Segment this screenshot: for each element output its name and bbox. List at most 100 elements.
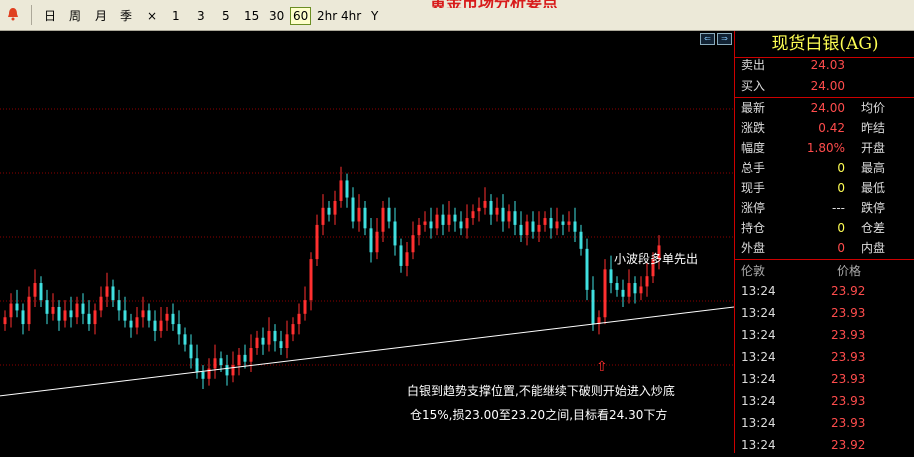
candle-body <box>423 221 427 225</box>
candle-body <box>489 200 493 215</box>
interval-3-button[interactable]: 3 <box>197 8 205 24</box>
tick-price: 23.93 <box>831 306 866 320</box>
interval-5-button[interactable]: 5 <box>222 8 230 24</box>
toolbar-divider <box>31 5 32 25</box>
candle-body <box>363 207 367 229</box>
tick-row: 13:24 23.92 <box>735 280 914 302</box>
period-season-button[interactable]: 季 <box>120 8 132 24</box>
candle-body <box>573 221 577 232</box>
candle-body <box>435 214 439 229</box>
candle-body <box>243 354 247 362</box>
tick-time: 13:24 <box>741 328 776 342</box>
candle-body <box>63 310 67 321</box>
candle-body <box>9 303 13 318</box>
candle-body <box>555 221 559 229</box>
candle-body <box>495 207 499 215</box>
candle-body <box>159 320 163 331</box>
close-icon[interactable]: × <box>147 8 157 24</box>
interval-1-button[interactable]: 1 <box>172 8 180 24</box>
sell-price: 24.03 <box>810 58 845 72</box>
candle-body <box>117 300 121 311</box>
banner-text: 黄金市场分析要点 <box>430 0 558 8</box>
candle-body <box>411 235 415 253</box>
candle-body <box>147 310 151 321</box>
candle-body <box>543 218 547 225</box>
candle-body <box>3 317 7 325</box>
interval-4hr-button[interactable]: 4hr <box>341 8 361 24</box>
candle-body <box>369 228 373 253</box>
period-week-button[interactable]: 周 <box>69 8 81 24</box>
annotation-line-2: 仓15%,损23.00至23.20之间,目标看24.30下方 <box>410 408 668 422</box>
scroll-right-icon[interactable]: ⇒ <box>717 33 732 45</box>
quote-value: 0 <box>837 181 845 195</box>
quote-value: --- <box>832 201 845 215</box>
candle-body <box>183 334 187 345</box>
interval-30-button[interactable]: 30 <box>269 8 284 24</box>
scroll-left-icon[interactable]: ⇐ <box>700 33 715 45</box>
candle-body <box>105 286 109 297</box>
tick-time: 13:24 <box>741 306 776 320</box>
candle-body <box>249 348 253 362</box>
candle-body <box>39 283 43 301</box>
candle-body <box>219 358 223 366</box>
candle-body <box>447 214 451 225</box>
quote-value: 0.42 <box>818 121 845 135</box>
tick-row: 13:24 23.93 <box>735 368 914 390</box>
interval-15-button[interactable]: 15 <box>244 8 259 24</box>
interval-60-button[interactable]: 60 <box>290 7 312 25</box>
period-day-button[interactable]: 日 <box>44 8 56 24</box>
candle-body <box>459 221 463 229</box>
quote-label: 涨停 <box>741 201 766 215</box>
candle-body <box>111 286 115 301</box>
quote-label: 现手 <box>741 181 766 195</box>
candle-body <box>279 341 283 349</box>
candle-body <box>585 248 589 290</box>
candle-body <box>405 252 409 266</box>
quote-label-right: 最高 <box>861 161 886 175</box>
tick-price: 23.93 <box>831 372 866 386</box>
candle-body <box>123 310 127 321</box>
candle-body <box>645 276 649 287</box>
candlestick-chart[interactable]: ⇐ ⇒ 小波段多单先出 ⇧ 白银到趋势支撑位置,不能继续下破则开始进入炒底 仓1… <box>0 31 735 453</box>
candle-body <box>15 303 19 311</box>
candle-body <box>33 283 37 297</box>
quote-row: 总手 0 最高 <box>735 158 914 178</box>
buy-row: 买入 24.00 <box>735 76 914 96</box>
candle-body <box>93 310 97 325</box>
candle-body <box>429 221 433 229</box>
quote-value: 1.80% <box>806 141 845 155</box>
candle-body <box>273 330 277 342</box>
candle-body <box>387 207 391 222</box>
candle-body <box>297 313 301 325</box>
candle-body <box>45 300 49 314</box>
candle-body <box>525 221 529 236</box>
period-month-button[interactable]: 月 <box>95 8 107 24</box>
candle-body <box>615 283 619 290</box>
candle-body <box>351 197 355 222</box>
interval-y-button[interactable]: Y <box>371 8 378 24</box>
candle-body <box>579 231 583 249</box>
candle-body <box>201 371 205 379</box>
annotation-take-profit: 小波段多单先出 <box>614 252 699 266</box>
ticks-header: 伦敦 价格 <box>735 260 914 280</box>
tick-row: 13:24 23.93 <box>735 346 914 368</box>
quote-label-right: 昨结 <box>861 121 886 135</box>
tick-time: 13:24 <box>741 394 776 408</box>
tick-price: 23.93 <box>831 328 866 342</box>
candle-body <box>267 330 271 345</box>
candle-body <box>381 207 385 232</box>
interval-2hr-button[interactable]: 2hr <box>317 8 337 24</box>
candle-body <box>87 313 91 325</box>
candle-body <box>99 296 103 311</box>
bell-icon[interactable] <box>6 7 20 21</box>
candle-body <box>69 310 73 318</box>
candle-body <box>399 245 403 266</box>
candle-body <box>513 211 517 225</box>
candle-body <box>375 231 379 253</box>
candle-body <box>501 207 505 222</box>
tick-time: 13:24 <box>741 372 776 386</box>
candle-body <box>165 313 169 321</box>
candle-body <box>51 306 55 314</box>
tick-row: 13:24 23.93 <box>735 324 914 346</box>
candle-body <box>21 310 25 325</box>
